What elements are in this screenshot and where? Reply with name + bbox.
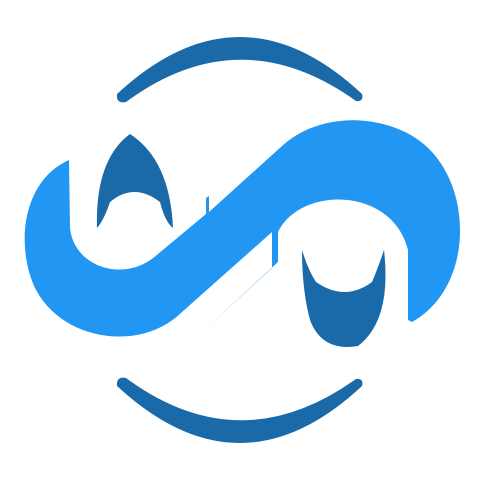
abstract-s-wave-logo-icon xyxy=(24,37,461,443)
s-wave-shape xyxy=(24,120,461,337)
app-icon xyxy=(0,0,480,480)
bottom-arc-shape xyxy=(116,377,363,443)
right-drop-shape xyxy=(302,250,386,347)
top-arc-shape xyxy=(116,37,363,103)
left-drop-shape xyxy=(96,134,173,228)
